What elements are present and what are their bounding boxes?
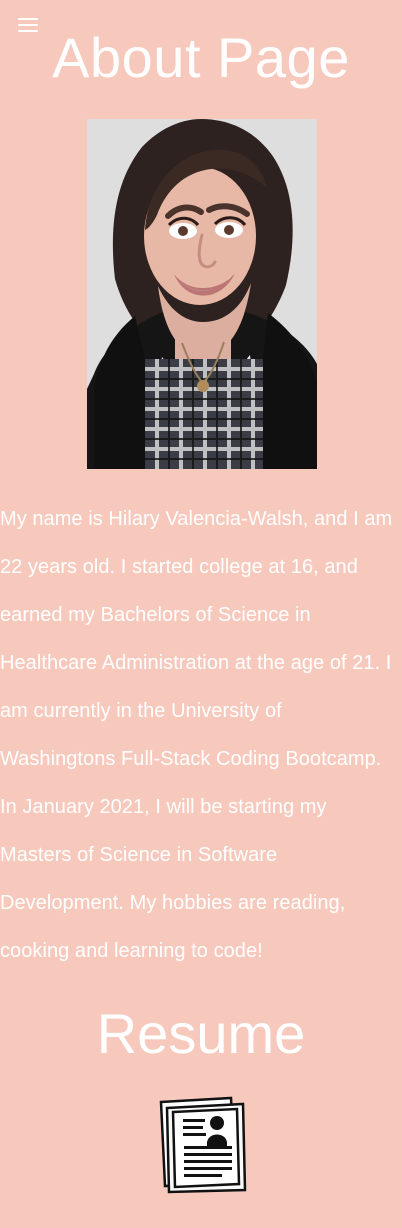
resume-document-icon[interactable] bbox=[153, 1094, 249, 1196]
resume-heading: Resume bbox=[96, 1002, 306, 1065]
about-bio-text: My name is Hilary Valencia-Walsh, and I … bbox=[0, 508, 393, 962]
portrait-illustration bbox=[87, 119, 317, 469]
profile-photo bbox=[87, 119, 317, 469]
resume-icon-graphic bbox=[159, 1096, 247, 1194]
menu-line-top bbox=[18, 18, 38, 20]
page-title: About Page bbox=[52, 26, 350, 89]
